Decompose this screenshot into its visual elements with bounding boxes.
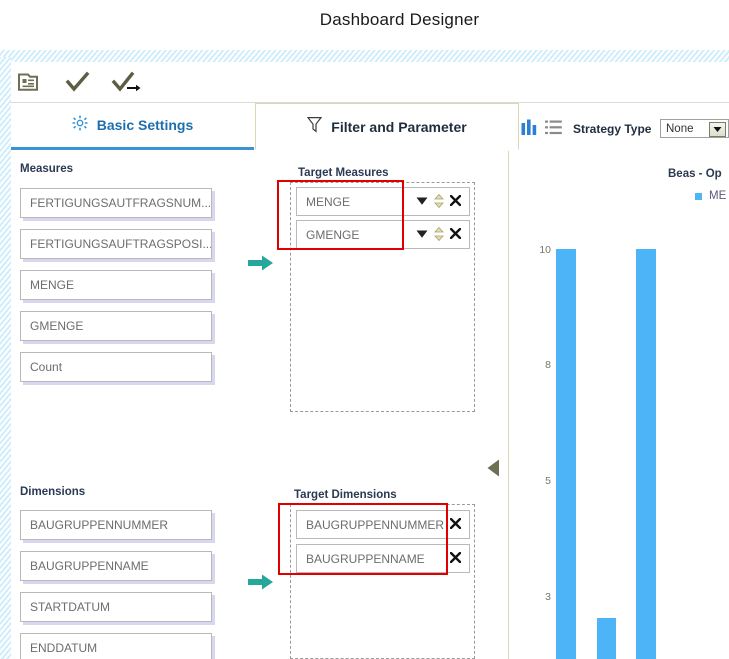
legend-label: ME	[709, 190, 726, 202]
dimension-item-3[interactable]: ENDDATUM	[20, 633, 212, 659]
tab-filter-and-parameter[interactable]: Filter and Parameter	[255, 103, 519, 150]
dropdown-caret-icon[interactable]	[416, 196, 428, 208]
y-axis-tick-5: 5	[529, 475, 551, 487]
tab-basic-settings[interactable]: Basic Settings	[11, 103, 254, 150]
measure-item-3[interactable]: GMENGE	[20, 311, 212, 341]
measure-item-label: Count	[30, 360, 62, 374]
target-dimension-label: BAUGRUPPENNAME	[297, 552, 450, 566]
move-measures-right-arrow-icon[interactable]	[248, 255, 274, 271]
target-dimensions-title: Target Dimensions	[294, 489, 397, 501]
chevron-down-icon[interactable]	[709, 122, 726, 137]
dimension-item-1[interactable]: BAUGRUPPENNAME	[20, 551, 212, 581]
list-view-icon[interactable]	[545, 120, 562, 140]
y-axis-tick-10: 10	[529, 244, 551, 256]
strategy-type-label: Strategy Type	[573, 122, 651, 136]
target-dimension-row-1[interactable]: BAUGRUPPENNAME	[296, 544, 470, 573]
measure-item-label: GMENGE	[30, 319, 83, 333]
measure-item-label: FERTIGUNGSAUTFRAGSNUM...	[30, 196, 211, 210]
target-measures-dropzone[interactable]	[290, 182, 475, 412]
gear-icon	[72, 115, 88, 136]
collapse-left-arrow-icon[interactable]	[487, 459, 501, 477]
measure-item-label: MENGE	[30, 278, 74, 292]
chart-bar-0[interactable]	[556, 249, 576, 659]
target-measure-label: GMENGE	[297, 228, 416, 242]
target-dimension-label: BAUGRUPPENNUMMER	[297, 518, 450, 532]
y-axis-tick-3: 3	[529, 591, 551, 603]
remove-icon[interactable]	[450, 195, 461, 208]
tab-filter-and-parameter-label: Filter and Parameter	[331, 119, 466, 135]
dimension-item-label: ENDDATUM	[30, 641, 97, 655]
measure-item-1[interactable]: FERTIGUNGSAUFTRAGSPOSI...	[20, 229, 212, 259]
panel-divider	[508, 151, 509, 659]
target-dimension-row-0[interactable]: BAUGRUPPENNUMMER	[296, 510, 470, 539]
dashboard-designer-window: Dashboard Designer	[0, 0, 729, 659]
target-measure-row-1[interactable]: GMENGE	[296, 220, 470, 249]
measure-item-2[interactable]: MENGE	[20, 270, 212, 300]
strategy-type-select[interactable]: None	[660, 119, 729, 138]
chart-bar-2[interactable]	[636, 249, 656, 659]
sort-updown-icon[interactable]	[434, 227, 444, 243]
measures-section-title: Measures	[20, 163, 73, 175]
page-title: Dashboard Designer	[0, 10, 729, 30]
dimensions-section-title: Dimensions	[20, 486, 85, 498]
target-measure-row-0[interactable]: MENGE	[296, 187, 470, 216]
target-measure-label: MENGE	[297, 195, 416, 209]
y-axis-tick-8: 8	[529, 359, 551, 371]
dimension-item-2[interactable]: STARTDATUM	[20, 592, 212, 622]
check-arrow-icon[interactable]	[111, 70, 145, 94]
dimension-item-0[interactable]: BAUGRUPPENNUMMER	[20, 510, 212, 540]
bar-chart-icon[interactable]	[521, 119, 539, 141]
strategy-type-value: None	[666, 123, 694, 135]
target-measures-title: Target Measures	[298, 167, 389, 179]
legend-swatch	[695, 193, 702, 200]
chart-legend: ME	[695, 190, 726, 202]
dimension-item-label: BAUGRUPPENNUMMER	[30, 518, 168, 532]
sort-updown-icon[interactable]	[434, 194, 444, 210]
toolbar	[11, 62, 729, 103]
open-document-icon[interactable]	[16, 70, 42, 94]
measure-item-0[interactable]: FERTIGUNGSAUTFRAGSNUM...	[20, 188, 212, 218]
tab-basic-settings-label: Basic Settings	[97, 117, 193, 133]
measure-item-label: FERTIGUNGSAUFTRAGSPOSI...	[30, 237, 212, 251]
dimension-item-label: STARTDATUM	[30, 600, 110, 614]
check-icon[interactable]	[64, 70, 92, 94]
chart-title: Beas - Op	[668, 168, 722, 180]
remove-icon[interactable]	[450, 228, 461, 241]
move-dimensions-right-arrow-icon[interactable]	[248, 574, 274, 590]
dimension-item-label: BAUGRUPPENNAME	[30, 559, 149, 573]
filter-funnel-icon	[307, 116, 322, 138]
chart-bar-1[interactable]	[597, 618, 616, 659]
remove-icon[interactable]	[450, 552, 461, 565]
dropdown-caret-icon[interactable]	[416, 229, 428, 241]
remove-icon[interactable]	[450, 518, 461, 531]
measure-item-4[interactable]: Count	[20, 352, 212, 382]
striped-frame-left	[0, 57, 11, 659]
